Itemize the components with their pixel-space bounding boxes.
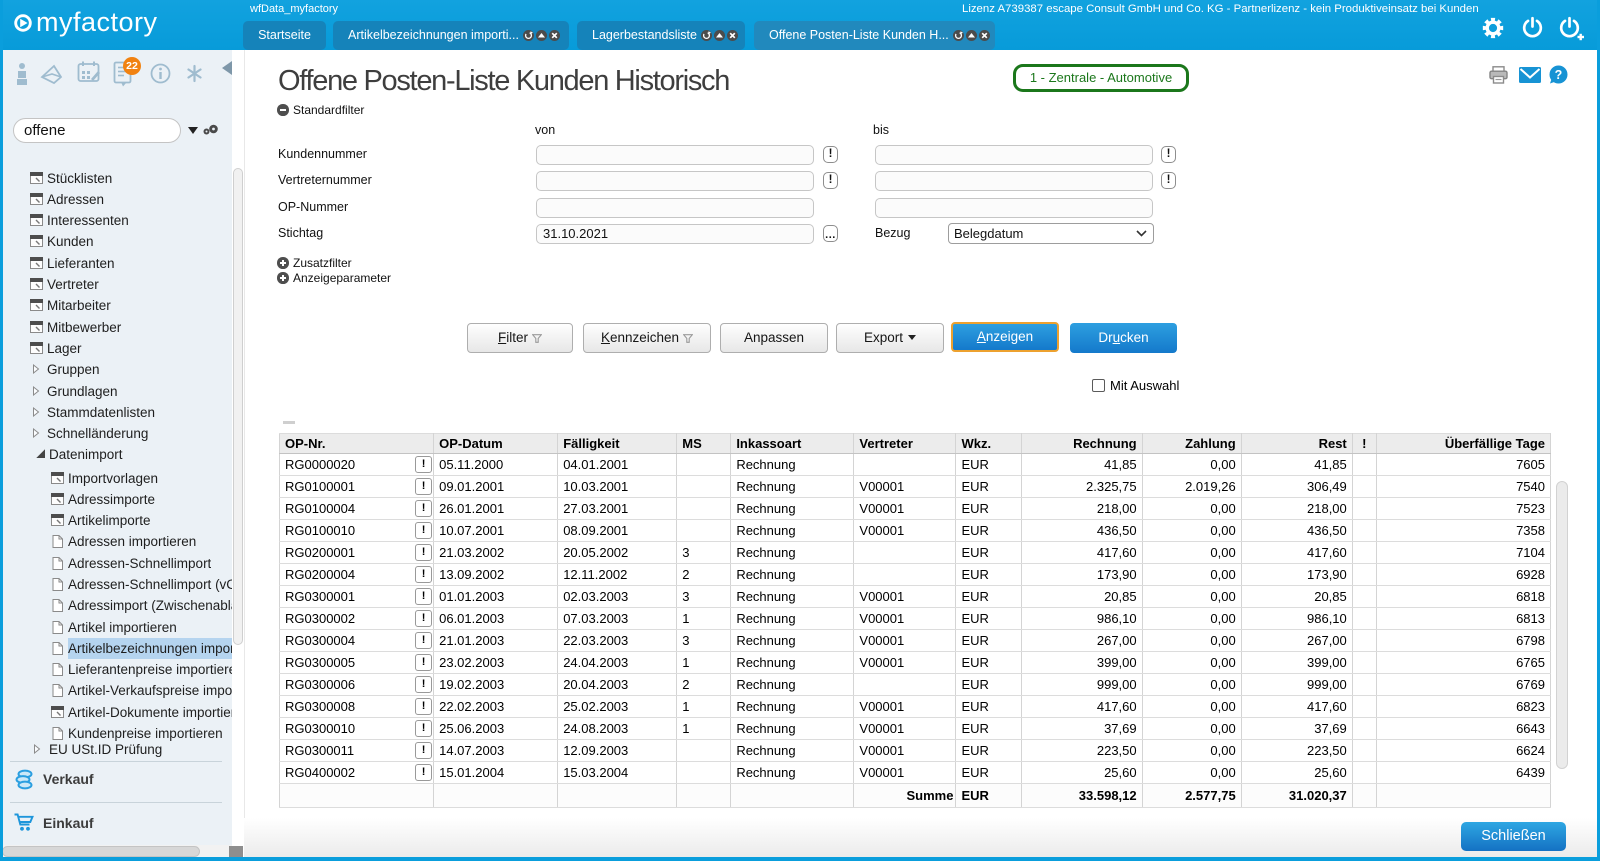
- svg-text:?: ?: [1555, 68, 1563, 82]
